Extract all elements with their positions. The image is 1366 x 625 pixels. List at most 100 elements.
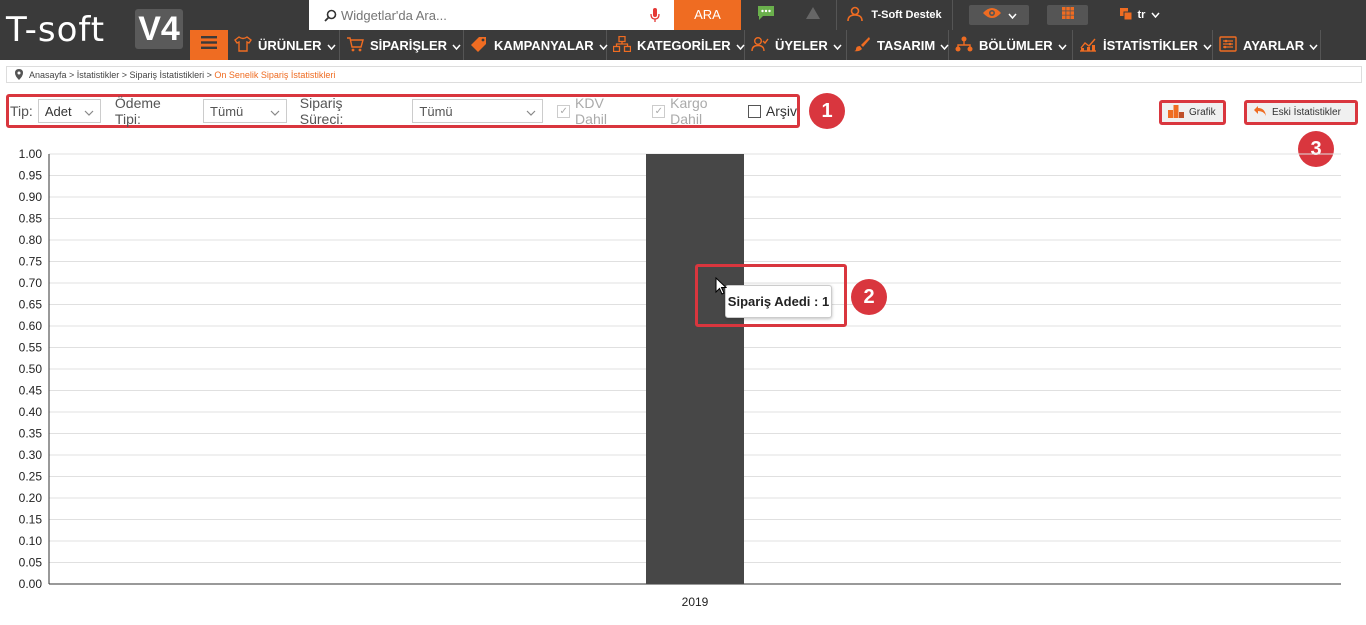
microphone-icon[interactable] xyxy=(650,8,660,28)
y-tick-label: 0.70 xyxy=(19,276,43,290)
y-tick-label: 0.55 xyxy=(19,341,43,355)
y-tick-label: 0.10 xyxy=(19,534,43,548)
nav-ayarlar[interactable]: AYARLAR xyxy=(1213,30,1321,60)
hamburger-menu-button[interactable] xyxy=(190,30,228,60)
odeme-select[interactable]: Tümü xyxy=(203,99,287,123)
language-dropdown[interactable]: tr xyxy=(1114,0,1166,30)
check-icon: ✓ xyxy=(652,104,666,118)
nav-label: AYARLAR xyxy=(1243,37,1305,53)
y-tick-label: 0.05 xyxy=(19,556,43,570)
search-input[interactable] xyxy=(341,7,641,23)
y-tick-label: 0.40 xyxy=(19,405,43,419)
kargo-label: Kargo Dahil xyxy=(670,95,708,127)
search-button[interactable]: ARA xyxy=(674,0,741,30)
y-tick-label: 0.45 xyxy=(19,384,43,398)
eski-label: Eski İstatistikler xyxy=(1272,107,1341,118)
y-tick-label: 0.20 xyxy=(19,491,43,505)
eski-istatistikler-button[interactable]: Eski İstatistikler xyxy=(1244,100,1358,125)
search-icon xyxy=(323,8,337,22)
y-tick-label: 1.00 xyxy=(19,147,43,161)
chevron-down-icon xyxy=(526,104,536,119)
y-tick-label: 0.15 xyxy=(19,513,43,527)
breadcrumb-path[interactable]: Anasayfa > İstatistikler > Sipariş İstat… xyxy=(29,70,214,80)
user-menu[interactable]: T-Soft Destek xyxy=(836,0,953,30)
users-icon xyxy=(751,36,775,55)
arsiv-checkbox[interactable]: Arşiv xyxy=(747,103,798,119)
nav-label: TASARIM xyxy=(877,37,936,53)
nav-tasarim[interactable]: TASARIM xyxy=(847,30,949,60)
stats-icon xyxy=(1079,36,1103,55)
checkbox-icon xyxy=(747,104,761,118)
cart-icon xyxy=(346,36,370,55)
language-icon xyxy=(1119,7,1133,23)
x-tick-label: 2019 xyxy=(682,595,709,609)
nav-uyeler[interactable]: ÜYELER xyxy=(745,30,847,60)
location-pin-icon xyxy=(15,69,23,80)
nav-label: KAMPANYALAR xyxy=(494,37,594,53)
kargo-checkbox[interactable]: ✓ Kargo Dahil xyxy=(652,95,742,127)
nav-kampanyalar[interactable]: KAMPANYALAR xyxy=(464,30,608,60)
kdv-label: KDV Dahil xyxy=(575,95,607,127)
nav-label: KATEGORİLER xyxy=(637,37,731,53)
kdv-checkbox[interactable]: ✓ KDV Dahil xyxy=(557,95,638,127)
user-name: T-Soft Destek xyxy=(871,9,942,21)
nav-siparisler[interactable]: SİPARİŞLER xyxy=(340,30,464,60)
preview-dropdown[interactable] xyxy=(969,5,1029,25)
grafik-button[interactable]: Grafik xyxy=(1159,100,1226,125)
hamburger-icon xyxy=(201,36,217,54)
step-badge-1: 1 xyxy=(809,93,845,129)
tip-label: Tip: xyxy=(10,103,33,119)
grid-icon xyxy=(1061,6,1074,24)
brush-icon xyxy=(853,36,877,55)
y-tick-label: 0.00 xyxy=(19,577,43,591)
order-chart: 0.00 0.05 0.10 0.15 0.20 0.25 0.30 0.35 0.40 0.45… xyxy=(19,147,1341,609)
nav-label: ÜYELER xyxy=(775,37,828,53)
nav-urunler[interactable]: ÜRÜNLER xyxy=(228,30,340,60)
sections-icon xyxy=(955,36,979,55)
step-badge-2: 2 xyxy=(851,279,887,315)
chevron-down-icon xyxy=(1058,38,1073,53)
mouse-cursor-icon xyxy=(715,276,728,300)
nav-bolumler[interactable]: BÖLÜMLER xyxy=(949,30,1073,60)
logo-version: V4 xyxy=(135,9,183,49)
chevron-down-icon xyxy=(270,104,280,119)
nav-label: ÜRÜNLER xyxy=(258,37,322,53)
warning-icon xyxy=(805,6,820,24)
chart-bar xyxy=(646,154,744,584)
surec-select[interactable]: Tümü xyxy=(412,99,544,123)
sitemap-icon xyxy=(612,35,637,55)
chevron-down-icon xyxy=(1309,38,1324,53)
chevron-down-icon xyxy=(1151,9,1161,21)
grafik-label: Grafik xyxy=(1189,107,1216,118)
product-icon xyxy=(234,35,258,55)
surec-label: Sipariş Süreci: xyxy=(299,95,344,127)
nav-label: SİPARİŞLER xyxy=(370,37,448,53)
arsiv-label: Arşiv xyxy=(765,103,798,119)
apps-button[interactable] xyxy=(1047,5,1088,25)
logo[interactable]: T-soft V4 xyxy=(0,0,190,60)
language-code: tr xyxy=(1137,9,1146,21)
tip-select[interactable]: Adet xyxy=(37,99,101,123)
y-tick-label: 0.80 xyxy=(19,233,43,247)
nav-label: BÖLÜMLER xyxy=(979,37,1053,53)
y-tick-label: 0.25 xyxy=(19,470,43,484)
nav-kategoriler[interactable]: KATEGORİLER xyxy=(607,30,745,60)
messages-button[interactable] xyxy=(741,0,790,30)
nav-label: İSTATİSTİKLER xyxy=(1103,37,1198,53)
tip-value: Adet xyxy=(44,103,72,119)
y-tick-label: 0.65 xyxy=(19,298,43,312)
y-tick-label: 0.60 xyxy=(19,319,43,333)
filter-bar: Tip: Adet Ödeme Tipi: Tümü Sipariş Sürec… xyxy=(6,94,800,128)
y-tick-label: 0.90 xyxy=(19,190,43,204)
chevron-down-icon xyxy=(833,38,848,53)
y-tick-label: 0.85 xyxy=(19,212,43,226)
nav-istatistikler[interactable]: İSTATİSTİKLER xyxy=(1073,30,1213,60)
y-tick-label: 0.95 xyxy=(19,169,43,183)
eye-icon xyxy=(982,6,1002,24)
breadcrumb: Anasayfa > İstatistikler > Sipariş İstat… xyxy=(6,66,1362,83)
chevron-down-icon xyxy=(84,104,94,119)
alerts-button[interactable] xyxy=(790,0,835,30)
search-bar xyxy=(309,0,674,30)
chevron-down-icon xyxy=(1007,6,1017,24)
user-icon xyxy=(847,6,864,25)
